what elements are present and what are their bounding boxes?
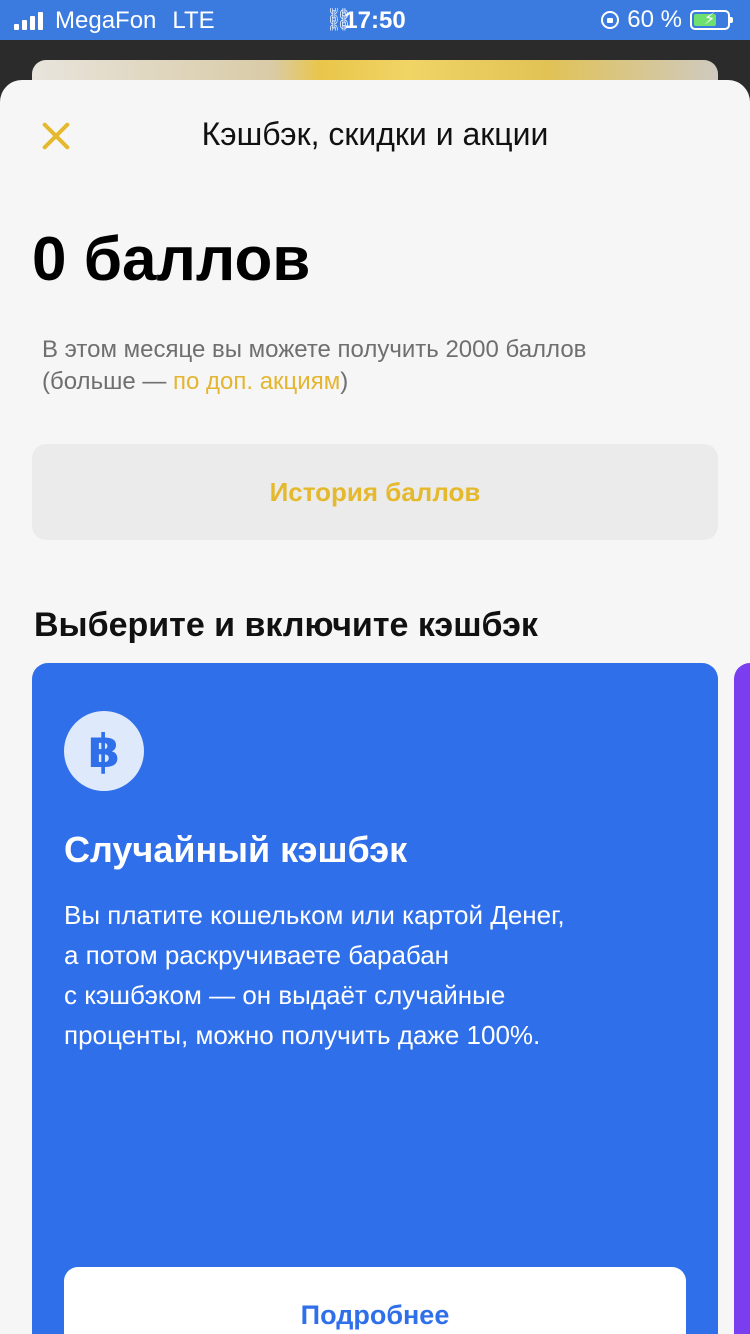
battery-percent: 60 % [627, 6, 682, 33]
baht-icon: ฿ [64, 711, 144, 791]
random-cashback-card[interactable]: ฿ Случайный кэшбэк Вы платите кошельком … [32, 663, 718, 1334]
card-title: Случайный кэшбэк [64, 829, 408, 870]
more-details-button[interactable]: Подробнее [64, 1267, 686, 1334]
points-balance: 0 баллов [32, 225, 311, 294]
extra-promotions-link[interactable]: по доп. акциям [173, 368, 340, 395]
rotation-lock-icon [601, 11, 620, 29]
sheet-title: Кэшбэк, скидки и акции [201, 116, 549, 152]
battery-icon: ⚡ [690, 10, 733, 30]
section-title: Выберите и включите кэшбэк [34, 606, 538, 644]
card-description: Вы платите кошельком или картой Денег, а… [64, 900, 565, 1050]
charging-bolt-icon: ⚡ [704, 11, 716, 28]
status-bar: MegaFon LTE ⛓ 17:50 60 % ⚡ [0, 0, 750, 40]
cashback-sheet: Кэшбэк, скидки и акции 0 баллов В этом м… [0, 80, 750, 1334]
next-cashback-card-peek[interactable] [734, 663, 750, 1334]
points-history-button[interactable]: История баллов [32, 444, 718, 540]
status-right: 60 % ⚡ [601, 6, 733, 34]
description-suffix: ) [340, 368, 349, 395]
points-description: В этом месяце вы можете получить 2000 ба… [42, 334, 682, 398]
